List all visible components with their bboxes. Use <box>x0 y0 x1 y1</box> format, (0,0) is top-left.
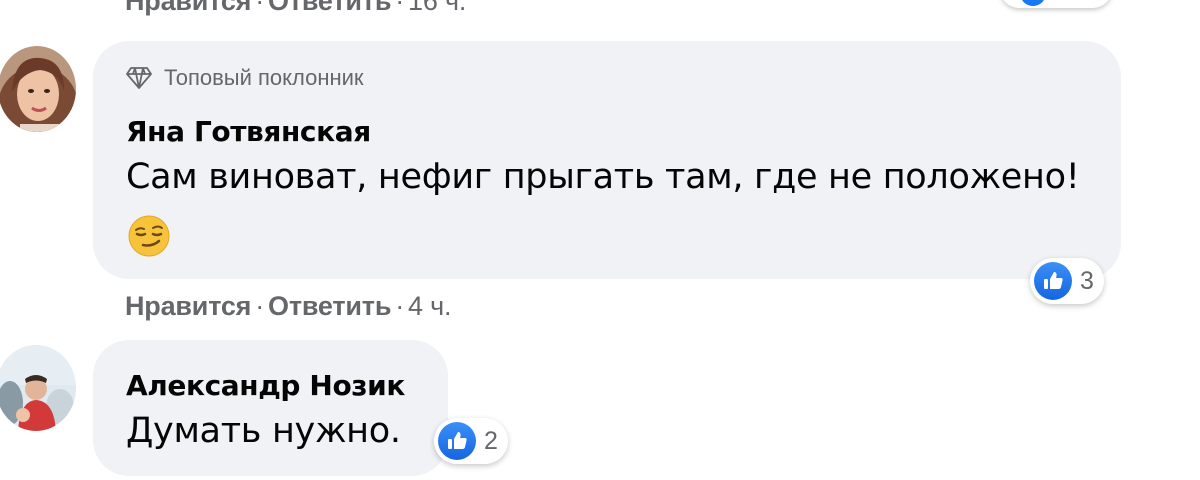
reaction-pill[interactable]: 3 <box>1030 258 1104 304</box>
separator: · <box>255 0 265 16</box>
avatar[interactable] <box>0 345 76 431</box>
comment-bubble: Топовый поклонник Яна Готвянская Сам вин… <box>93 41 1121 279</box>
top-fan-badge[interactable]: Топовый поклонник <box>126 65 364 91</box>
like-icon <box>438 422 476 460</box>
comment-author[interactable]: Яна Готвянская <box>126 115 371 148</box>
avatar[interactable] <box>0 46 76 132</box>
diamond-icon <box>126 67 152 89</box>
separator: · <box>255 291 265 321</box>
comments-section: Нравится · Ответить · 16 ч. Топовый поклонни… <box>0 0 1200 480</box>
comment-time[interactable]: 4 ч. <box>408 291 451 321</box>
reply-link[interactable]: Ответить <box>268 0 391 16</box>
badge-label: Топовый поклонник <box>164 65 364 90</box>
reaction-count: 2 <box>484 426 498 455</box>
separator: · <box>395 0 405 16</box>
comment-author[interactable]: Александр Нозик <box>126 369 405 402</box>
separator: · <box>395 291 405 321</box>
reaction-count: 3 <box>1080 266 1094 295</box>
comment-bubble: Александр Нозик Думать нужно. <box>93 340 448 476</box>
comment-actions: Нравится · Ответить · 4 ч. <box>125 291 452 322</box>
comment-text: Думать нужно. <box>126 411 401 451</box>
like-icon <box>1020 0 1046 6</box>
reaction-pill-previous[interactable] <box>1000 0 1112 8</box>
like-link[interactable]: Нравится <box>125 291 251 321</box>
comment-time[interactable]: 16 ч. <box>408 0 466 16</box>
smirk-emoji <box>128 215 170 257</box>
like-icon <box>1034 262 1072 300</box>
like-link[interactable]: Нравится <box>125 0 251 16</box>
reply-link[interactable]: Ответить <box>268 291 391 321</box>
comment-actions-previous: Нравится · Ответить · 16 ч. <box>125 0 466 17</box>
reaction-pill[interactable]: 2 <box>434 418 508 464</box>
comment-text: Сам виноват, нефиг прыгать там, где не п… <box>126 157 1080 197</box>
